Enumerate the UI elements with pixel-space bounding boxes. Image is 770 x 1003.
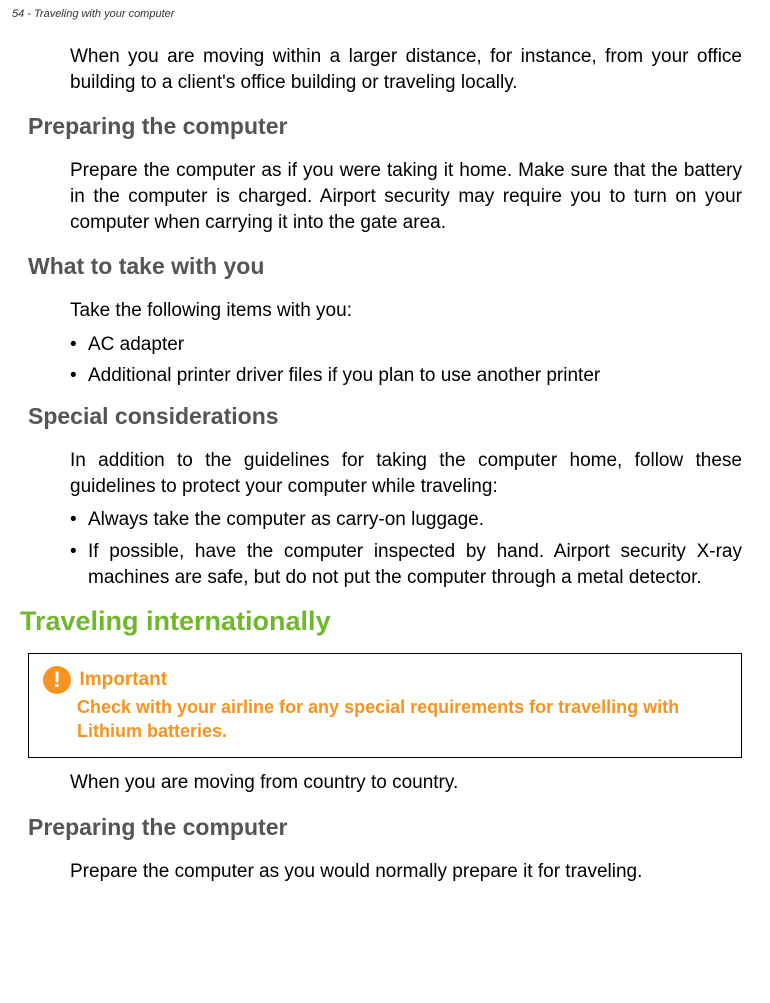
list-item: If possible, have the computer inspected… bbox=[70, 539, 742, 590]
special-intro: In addition to the guidelines for taking… bbox=[70, 448, 742, 499]
preparing-body-2: Prepare the computer as you would normal… bbox=[70, 859, 742, 885]
what-to-take-heading: What to take with you bbox=[28, 253, 742, 280]
intro-text: When you are moving within a larger dist… bbox=[70, 44, 742, 95]
page-header: 54 - Traveling with your computer bbox=[0, 0, 770, 20]
preparing-heading-1: Preparing the computer bbox=[28, 113, 742, 140]
international-body: When you are moving from country to coun… bbox=[70, 770, 742, 796]
important-box: ! Important Check with your airline for … bbox=[28, 653, 742, 758]
what-to-take-list: AC adapter Additional printer driver fil… bbox=[70, 332, 742, 389]
important-label: Important bbox=[79, 669, 167, 690]
preparing-body-1: Prepare the computer as if you were taki… bbox=[70, 158, 742, 235]
important-text: Check with your airline for any special … bbox=[77, 696, 727, 743]
international-heading: Traveling internationally bbox=[20, 606, 742, 637]
important-icon: ! bbox=[43, 666, 71, 694]
what-to-take-intro: Take the following items with you: bbox=[70, 298, 742, 324]
list-item: AC adapter bbox=[70, 332, 742, 358]
page-content: When you are moving within a larger dist… bbox=[0, 20, 770, 884]
list-item: Always take the computer as carry-on lug… bbox=[70, 507, 742, 533]
special-heading: Special considerations bbox=[28, 403, 742, 430]
preparing-heading-2: Preparing the computer bbox=[28, 814, 742, 841]
list-item: Additional printer driver files if you p… bbox=[70, 363, 742, 389]
special-list: Always take the computer as carry-on lug… bbox=[70, 507, 742, 590]
